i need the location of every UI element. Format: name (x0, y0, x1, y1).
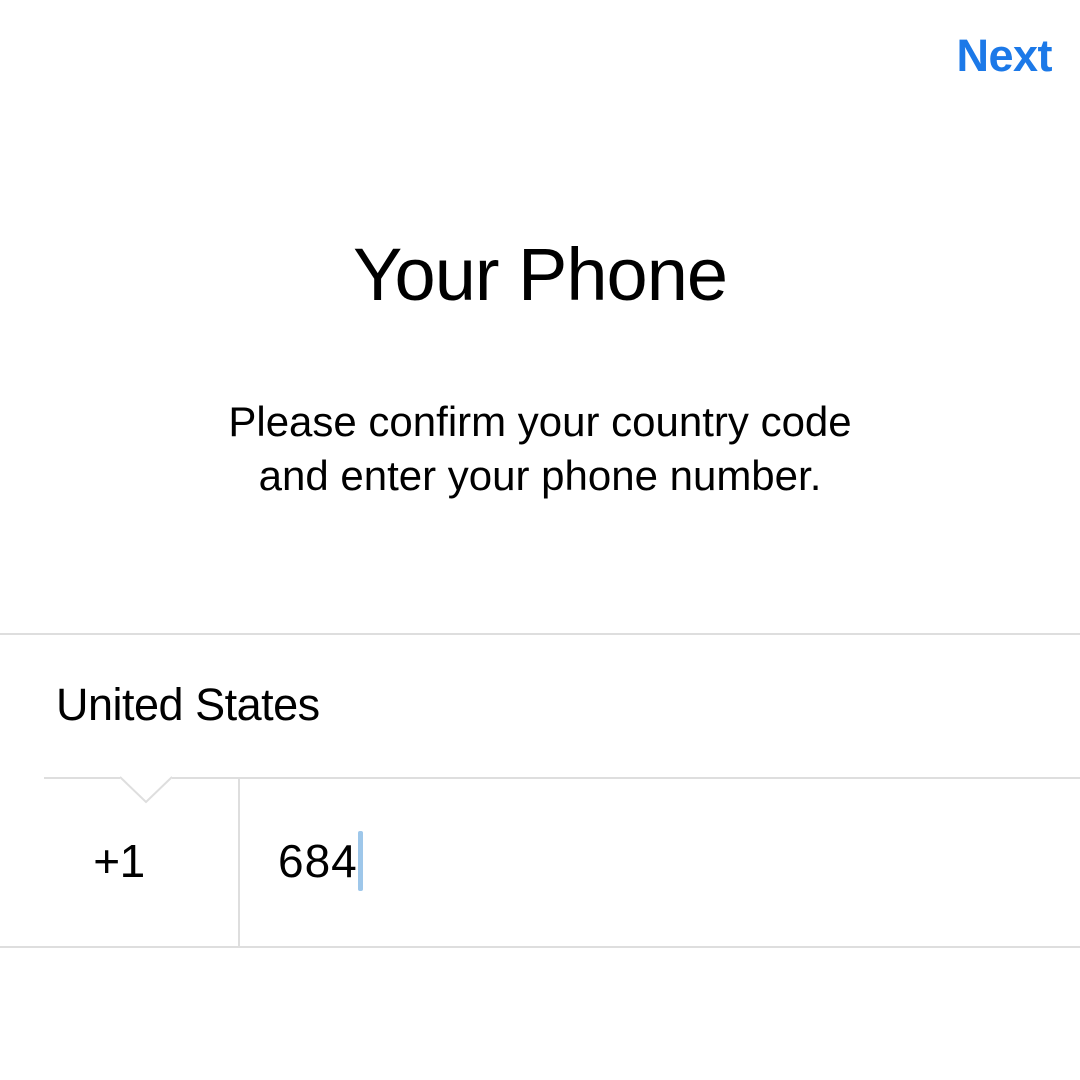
country-code-field[interactable]: +1 (0, 777, 240, 946)
subtitle-line-1: Please confirm your country code (228, 398, 851, 445)
phone-form: United States +1 (0, 633, 1080, 948)
page-subtitle: Please confirm your country code and ent… (40, 395, 1040, 503)
country-label: United States (56, 679, 320, 730)
title-area: Your Phone Please confirm your country c… (0, 232, 1080, 503)
header-bar: Next (0, 0, 1080, 82)
phone-number-cell (240, 777, 1080, 946)
subtitle-line-2: and enter your phone number. (259, 452, 822, 499)
phone-row: +1 (0, 777, 1080, 948)
country-code-value: +1 (93, 834, 144, 888)
page-title: Your Phone (40, 232, 1040, 317)
next-button[interactable]: Next (956, 30, 1052, 82)
country-selector[interactable]: United States (0, 633, 1080, 777)
phone-number-input[interactable] (278, 834, 1080, 888)
